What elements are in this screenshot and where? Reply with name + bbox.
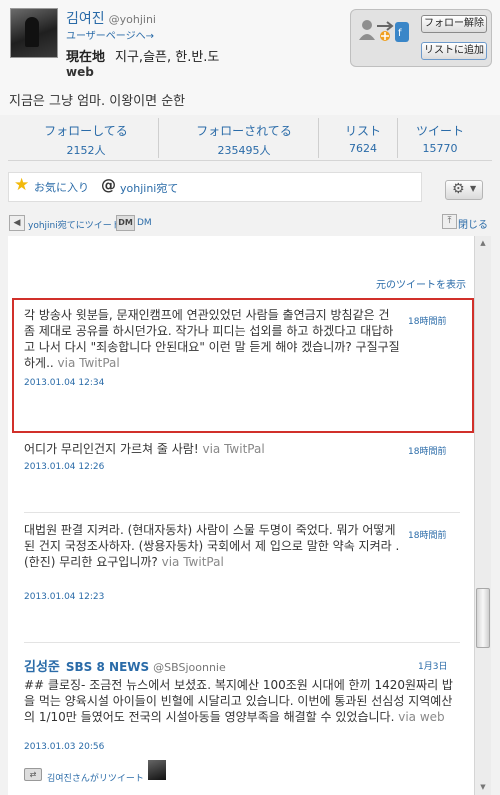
scrollbar-thumb[interactable]	[476, 588, 490, 648]
tweet-body: 어디가 무리인건지 가르쳐 줄 사람!	[24, 442, 199, 456]
location-row: 現在地 지구,슬픈, 한.반.도	[66, 46, 219, 65]
tweet-source[interactable]: via TwitPal	[202, 442, 264, 456]
stat-divider	[397, 118, 398, 158]
stat-divider	[318, 118, 319, 158]
author-name: 김성준	[24, 660, 60, 675]
tweet-date[interactable]: 2013.01.03 20:56	[24, 742, 104, 752]
profile-name-row: 김여진 @yohjini	[66, 8, 156, 28]
stat-followers-value: 235495人	[217, 144, 271, 157]
retweeted-by[interactable]: 김여진さんがリツイート	[47, 771, 144, 784]
profile-bio: 지금은 그냥 엄마. 이왕이면 순한	[9, 94, 186, 109]
tweet-text: 어디가 무리인건지 가르쳐 줄 사람! via TwitPal	[24, 441, 404, 457]
tweet-body: ## 클로징- 조금전 뉴스에서 보셨죠. 복지예산 100조원 시대에 한끼 …	[24, 678, 453, 724]
chevron-down-icon: ▼	[470, 184, 477, 193]
tweet-time-ago[interactable]: 1月3日	[418, 659, 447, 672]
stat-lists-label: リスト	[344, 124, 381, 138]
unfollow-button[interactable]: フォロー解除	[421, 15, 487, 33]
gear-icon: ⚙	[452, 181, 465, 197]
profile-web: web	[66, 65, 94, 79]
user-action-icon: f	[359, 20, 409, 42]
scroll-up-icon[interactable]: ▲	[477, 238, 489, 248]
scrollbar-track[interactable]	[474, 236, 491, 795]
dm-link[interactable]: DM	[137, 218, 152, 228]
tweet-source[interactable]: via web	[398, 710, 444, 724]
tweet-source[interactable]: via TwitPal	[58, 356, 120, 370]
tweet-date[interactable]: 2013.01.04 12:23	[24, 592, 104, 602]
dm-icon[interactable]: DM	[116, 215, 135, 231]
profile-avatar[interactable]	[10, 8, 58, 58]
tweet-date[interactable]: 2013.01.04 12:26	[24, 462, 104, 472]
tweet-text: 각 방송사 윗분들, 문재인캠프에 연관있었던 사람들 출연금지 방침같은 건 …	[24, 307, 404, 371]
stat-lists-value: 7624	[349, 142, 377, 155]
location-value: 지구,슬픈, 한.반.도	[115, 50, 220, 65]
tweet-text: ## 클로징- 조금전 뉴스에서 보셨죠. 복지예산 100조원 시대에 한끼 …	[24, 677, 454, 725]
retweet-icon: ⇄	[24, 768, 42, 781]
replies-link[interactable]: yohjini宛て	[120, 180, 178, 196]
tweet-time-ago[interactable]: 18時間前	[408, 528, 446, 541]
author-name-en: SBS 8 NEWS	[65, 660, 150, 674]
stat-following[interactable]: フォローしてる 2152人	[30, 117, 142, 159]
profile-stats: フォローしてる 2152人 フォローされてる 235495人 リスト 7624 …	[0, 117, 500, 159]
scroll-down-icon[interactable]: ▼	[477, 782, 489, 792]
stat-tweets[interactable]: ツイート 15770	[406, 117, 474, 159]
stat-followers-label: フォローされてる	[196, 124, 292, 138]
svg-text:f: f	[398, 28, 402, 39]
at-icon: @	[101, 176, 116, 194]
profile-name[interactable]: 김여진	[66, 11, 105, 27]
stat-divider	[158, 118, 159, 158]
show-original-tweet-link[interactable]: 元のツイートを表示	[376, 276, 466, 291]
stat-following-label: フォローしてる	[44, 124, 128, 138]
stat-tweets-label: ツイート	[415, 124, 464, 138]
back-arrow-icon[interactable]: ◀	[9, 215, 25, 231]
favorites-link[interactable]: お気に入り	[34, 179, 89, 195]
tweet-source[interactable]: via TwitPal	[162, 555, 224, 569]
profile-handle: @yohjini	[108, 13, 156, 26]
divider	[24, 642, 460, 643]
star-icon[interactable]: ★	[14, 176, 29, 194]
tweet-time-ago[interactable]: 18時間前	[408, 314, 446, 327]
close-link[interactable]: 閉じる	[458, 216, 488, 231]
retweeter-avatar[interactable]	[148, 760, 166, 780]
tweet-time-ago[interactable]: 18時間前	[408, 444, 446, 457]
settings-button[interactable]: ⚙ ▼	[445, 180, 483, 200]
add-to-list-button[interactable]: リストに追加	[421, 42, 487, 60]
divider	[24, 512, 460, 513]
location-label: 現在地	[66, 50, 106, 65]
tweet-author[interactable]: 김성준 SBS 8 NEWS @SBSjoonnie	[24, 656, 226, 675]
divider	[8, 160, 492, 161]
close-icon[interactable]: ⤒	[442, 214, 457, 229]
author-handle: @SBSjoonnie	[153, 661, 226, 674]
user-page-link[interactable]: ユーザーページへ→	[66, 27, 154, 42]
stat-tweets-value: 15770	[422, 142, 458, 155]
tweet-text: 대법원 판결 지켜라. (현대자동차) 사람이 스물 두명이 죽었다. 뭐가 어…	[24, 522, 408, 570]
stat-lists[interactable]: リスト 7624	[336, 117, 390, 159]
tweet-to-user-link[interactable]: yohjini宛てにツイート	[28, 218, 121, 231]
stat-followers[interactable]: フォローされてる 235495人	[184, 117, 304, 159]
stat-following-value: 2152人	[66, 144, 106, 157]
tweet-date[interactable]: 2013.01.04 12:34	[24, 378, 104, 388]
